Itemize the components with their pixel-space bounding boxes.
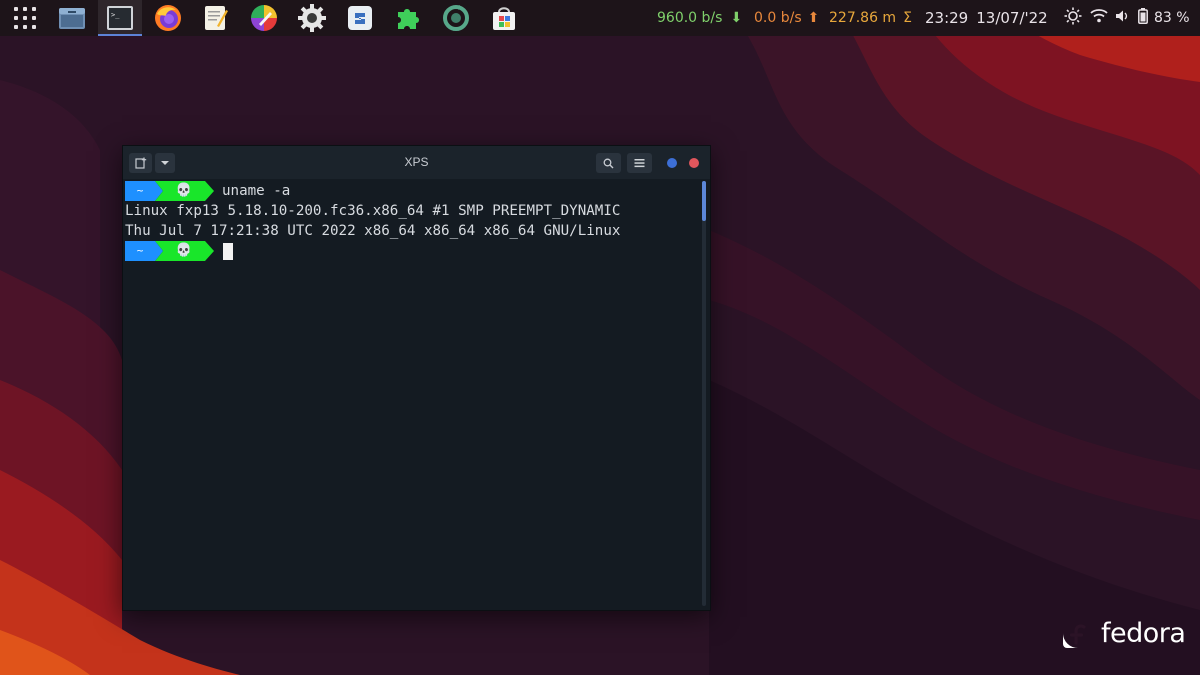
terminal-titlebar[interactable]: XPS (123, 146, 710, 179)
window-title: XPS (404, 155, 429, 169)
prompt-home-segment: ~ (125, 241, 155, 261)
clock-time: 23:29 (925, 9, 969, 27)
settings-icon[interactable] (297, 3, 327, 33)
scrollbar[interactable] (702, 181, 706, 606)
terminal-icon[interactable]: >_ (105, 3, 135, 33)
minimize-button[interactable] (667, 158, 677, 168)
clock-date: 13/07/'22 (976, 9, 1048, 27)
fedora-logo-icon (1063, 618, 1093, 648)
color-picker-icon[interactable] (249, 3, 279, 33)
wifi-icon (1090, 8, 1108, 28)
search-button[interactable] (596, 153, 621, 173)
app-grid-icon[interactable] (10, 3, 40, 33)
command-line: ~ 💀 uname -a (125, 181, 685, 201)
fedora-wordmark: fedora (1101, 617, 1186, 649)
network-up-indicator[interactable]: 0.0 b/s ⬆ (754, 0, 819, 36)
system-status-area[interactable]: 83 % (1064, 0, 1190, 36)
top-panel: >_ 960.0 b/s ⬇ 0.0 b/s ⬆ 227.86 m Σ 23:2… (0, 0, 1200, 36)
close-button[interactable] (689, 158, 699, 168)
system-load-indicator[interactable]: 227.86 m Σ (829, 0, 912, 36)
terminal-window[interactable]: XPS ~ 💀 uname -a Linux fxp13 5.18.10-200… (122, 145, 711, 611)
prompt-home-segment: ~ (125, 181, 155, 201)
prompt-separator-icon (155, 241, 163, 261)
system-load-value: 227.86 m (829, 10, 897, 26)
software-icon[interactable] (345, 3, 375, 33)
timeshift-icon[interactable] (441, 3, 471, 33)
output-line: Thu Jul 7 17:21:38 UTC 2022 x86_64 x86_6… (125, 223, 621, 239)
prompt-skull-segment: 💀 (163, 181, 205, 201)
prompt-end-arrow-icon (205, 181, 214, 201)
network-down-indicator[interactable]: 960.0 b/s ⬇ (657, 0, 742, 36)
files-icon[interactable] (57, 3, 87, 33)
prompt-skull-segment: 💀 (163, 241, 205, 261)
extensions-icon[interactable] (393, 3, 423, 33)
upload-arrow-icon: ⬆ (807, 10, 820, 26)
battery-percentage: 83 % (1154, 10, 1190, 26)
scrollbar-thumb[interactable] (702, 181, 706, 221)
clock[interactable]: 23:29 13/07/'22 (925, 0, 1048, 36)
output-line: Linux fxp13 5.18.10-200.fc36.x86_64 #1 S… (125, 203, 621, 219)
fedora-logo: fedora (1062, 616, 1186, 650)
hamburger-menu-button[interactable] (627, 153, 652, 173)
search-icon (603, 158, 614, 168)
active-command-line: ~ 💀 (125, 241, 325, 261)
terminal-content[interactable]: ~ 💀 uname -a Linux fxp13 5.18.10-200.fc3… (123, 179, 710, 610)
shell-prompt: ~ 💀 (125, 181, 220, 201)
sigma-icon: Σ (903, 10, 912, 26)
typed-command: uname -a (222, 183, 291, 199)
prompt-end-arrow-icon (205, 241, 214, 261)
network-down-speed: 960.0 b/s (657, 10, 723, 26)
hamburger-menu-icon (634, 159, 645, 168)
text-cursor (223, 243, 233, 260)
firefox-icon[interactable] (153, 3, 183, 33)
svg-text:>_: >_ (111, 11, 120, 19)
app-store-icon[interactable] (489, 3, 519, 33)
download-arrow-icon: ⬇ (730, 10, 743, 26)
text-editor-icon[interactable] (201, 3, 231, 33)
prompt-backdrop (155, 181, 163, 201)
volume-icon (1115, 9, 1129, 27)
battery-icon (1138, 8, 1148, 28)
shell-prompt: ~ 💀 (125, 241, 220, 261)
brightness-icon (1064, 7, 1082, 29)
network-up-speed: 0.0 b/s (754, 10, 802, 26)
